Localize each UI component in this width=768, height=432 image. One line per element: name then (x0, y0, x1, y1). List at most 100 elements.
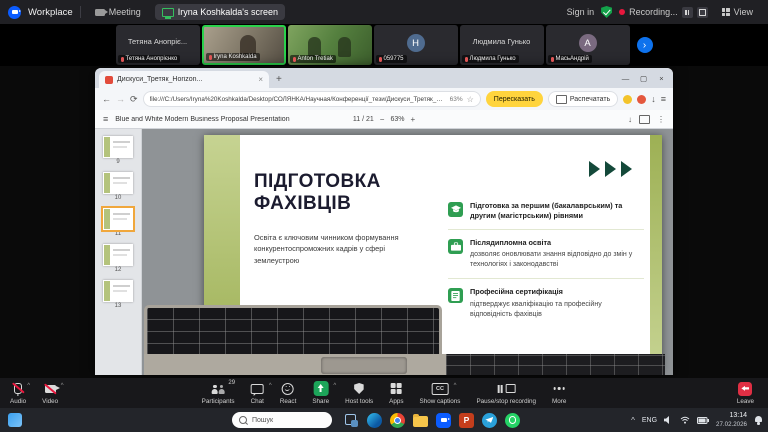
refresh-button[interactable]: ⟳ (130, 95, 138, 104)
telegram-icon[interactable] (482, 413, 497, 428)
taskbar-search[interactable]: Пошук (232, 412, 332, 428)
extension-icon[interactable] (637, 95, 646, 104)
zoom-out-button[interactable]: − (380, 115, 385, 124)
address-field[interactable]: file:///C:/Users/Iryna%20Koshkalda/Deskt… (143, 91, 481, 107)
pdf-zoom-level: 63% (390, 116, 404, 123)
chat-button[interactable]: ^ Chat (243, 378, 272, 408)
video-button[interactable]: ^ Video (34, 378, 66, 408)
pdf-thumbnail-sidebar[interactable]: 9 10 11 12 1 (95, 129, 142, 375)
whatsapp-icon[interactable] (505, 413, 520, 428)
react-button[interactable]: React (272, 378, 304, 408)
tab-shared-screen[interactable]: Iryna Koshkalda's screen (155, 4, 285, 20)
minimize-button[interactable]: — (618, 71, 633, 85)
ellipsis-icon (554, 384, 565, 394)
close-button[interactable]: × (654, 71, 669, 85)
certificate-icon (448, 288, 463, 303)
file-explorer-icon[interactable] (413, 416, 428, 427)
pdf-thumbnail[interactable]: 13 (103, 280, 133, 309)
wifi-icon[interactable] (680, 416, 690, 424)
chrome-icon[interactable] (390, 413, 405, 428)
laptop-palmrest-photo (144, 354, 665, 375)
browser-tab[interactable]: Дискуси_Третяк_Horizon... × (99, 71, 269, 88)
extension-icon[interactable] (623, 95, 632, 104)
pdf-thumbnail[interactable]: 9 (103, 136, 133, 165)
participants-button[interactable]: 29 Participants (194, 378, 243, 408)
audio-button[interactable]: ^ Audio (2, 378, 34, 408)
zoom-in-button[interactable]: + (410, 115, 415, 124)
participant-tile[interactable]: Anton Tretiak (288, 25, 372, 65)
powerpoint-icon[interactable]: P (459, 413, 474, 428)
tab-close-icon[interactable]: × (258, 75, 263, 84)
participants-label: Participants (202, 398, 235, 405)
participants-strip: Тетяна Анопріє... Тетяна Анопрієнко Iryn… (0, 24, 768, 66)
pdf-thumbnail[interactable]: 12 (103, 244, 133, 273)
bullet-text: підтверджує кваліфікацію та професійну в… (470, 300, 644, 320)
pdf-thumbnail[interactable]: 10 (103, 172, 133, 201)
zoom-toolbar: ^ Audio ^ Video 29 Participants ^ Chat R… (0, 378, 768, 408)
print-pdf-button[interactable] (639, 115, 650, 124)
view-button[interactable]: View (715, 4, 760, 20)
next-participants-button[interactable]: › (637, 37, 653, 53)
leave-button[interactable]: Leave (729, 378, 762, 408)
print-page-button[interactable]: Распечатать (548, 91, 618, 107)
forward-button[interactable]: → (116, 95, 125, 104)
participant-tile[interactable]: Людмила Гунько Людмила Гунько (460, 25, 544, 65)
language-indicator[interactable]: ENG (642, 417, 657, 424)
widgets-icon[interactable] (8, 413, 22, 427)
share-button[interactable]: ^ Share (304, 378, 337, 408)
chevron-up-icon[interactable]: ^ (61, 383, 64, 389)
video-camera-icon (95, 9, 105, 16)
downloads-icon[interactable]: ↓ (651, 95, 656, 104)
participant-tile[interactable]: А МасьАндрій (546, 25, 630, 65)
chevron-up-icon[interactable]: ^ (27, 383, 30, 389)
participant-tile[interactable]: Тетяна Анопріє... Тетяна Анопрієнко (116, 25, 200, 65)
volume-icon[interactable] (664, 416, 673, 424)
slide-chevrons-decoration (589, 161, 632, 177)
battery-icon[interactable] (697, 417, 709, 424)
security-shield-icon[interactable] (601, 6, 612, 18)
clock[interactable]: 13:14 27.02.2026 (716, 412, 747, 429)
participant-tile-active-speaker[interactable]: Iryna Koshkalda (202, 25, 286, 65)
bookmark-star-icon[interactable]: ☆ (467, 95, 474, 104)
maximize-button[interactable]: ▢ (636, 71, 651, 85)
chevron-right-icon (589, 161, 600, 177)
pause-stop-recording-button[interactable]: Pause/stop recording (468, 378, 544, 408)
participant-tile[interactable]: H 059775 (374, 25, 458, 65)
download-pdf-button[interactable]: ↓ (628, 115, 632, 124)
pdf-viewport: ПІДГОТОВКА ФАХІВЦІВ Освіта є ключовим чи… (142, 129, 673, 375)
tab-title: Дискуси_Третяк_Horizon... (117, 76, 254, 83)
pause-stop-icon (497, 384, 515, 394)
pdf-toolbar: ≡ Blue and White Modern Business Proposa… (95, 110, 673, 129)
stop-recording-button[interactable] (697, 7, 708, 18)
sign-in-link[interactable]: Sign in (567, 7, 595, 17)
workplace-brand: Workplace (28, 7, 73, 18)
more-button[interactable]: More (544, 378, 574, 408)
tray-expand-icon[interactable]: ^ (631, 416, 635, 425)
pause-recording-button[interactable] (682, 7, 693, 18)
apps-button[interactable]: Apps (381, 378, 411, 408)
show-captions-button[interactable]: CC^ Show captions (412, 378, 469, 408)
host-tools-button[interactable]: Host tools (337, 378, 381, 408)
time-label: 13:14 (729, 412, 747, 421)
pdf-thumbnail-current[interactable]: 11 (103, 208, 133, 237)
browser-menu-icon[interactable]: ≡ (661, 95, 666, 104)
back-button[interactable]: ← (102, 95, 111, 104)
participant-name-label: 059775 (384, 56, 404, 62)
edge-icon[interactable] (367, 413, 382, 428)
new-tab-button[interactable]: + (276, 74, 282, 85)
thumbnail-page-number: 12 (115, 267, 122, 273)
zoom-app-icon[interactable] (436, 413, 451, 428)
share-label: Share (312, 398, 329, 405)
chevron-up-icon[interactable]: ^ (333, 383, 336, 389)
pdf-more-menu[interactable]: ⋮ (657, 115, 665, 124)
slide-intro-text: Освіта є ключовим чинником формування ко… (254, 232, 422, 266)
browser-zoom-indicator[interactable]: 63% (450, 96, 463, 103)
laptop-touchpad (321, 357, 407, 374)
notifications-bell-icon[interactable] (754, 416, 763, 425)
page-indicator: 11 / 21 (353, 116, 374, 123)
task-view-icon[interactable] (344, 413, 359, 428)
chevron-up-icon[interactable]: ^ (454, 383, 457, 389)
tab-meeting[interactable]: Meeting (88, 4, 148, 20)
retell-button[interactable]: Пересказать (486, 91, 543, 107)
sidebar-toggle-icon[interactable]: ≡ (103, 115, 108, 124)
